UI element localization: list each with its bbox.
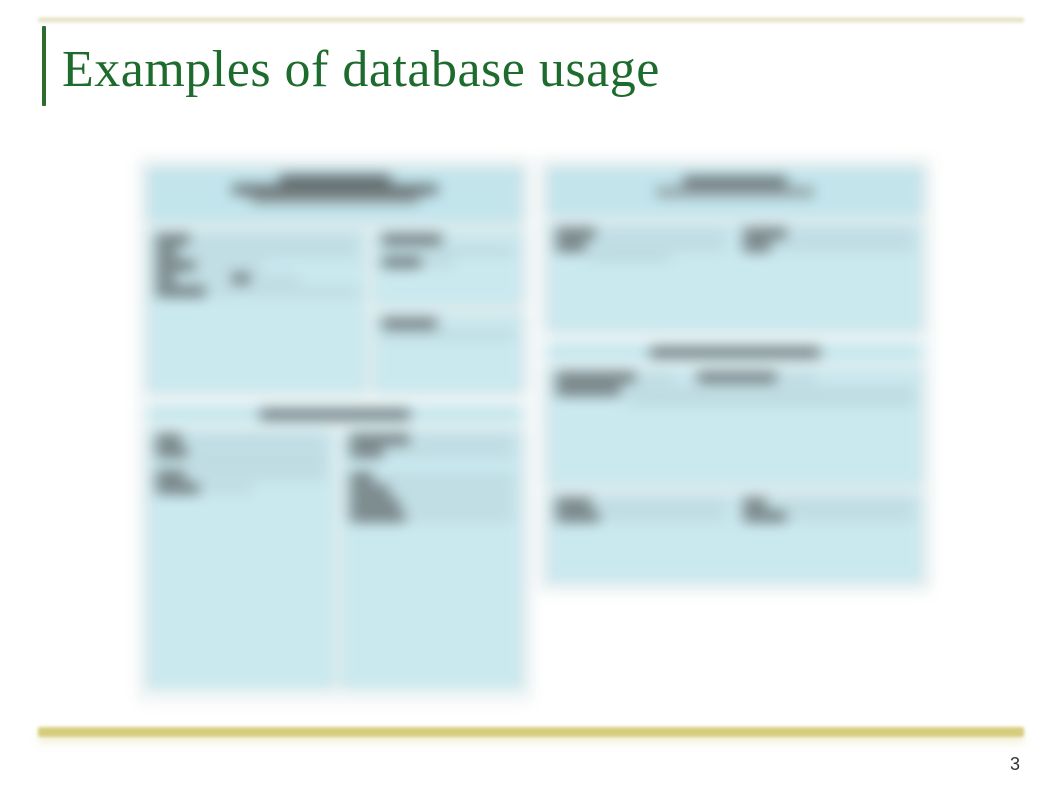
frame-top-rule [38,18,1024,24]
page-number: 3 [1010,754,1020,775]
form-left-body-c [373,313,523,394]
frame-left-rule [42,26,46,106]
form-right [540,160,930,590]
slide-title: Examples of database usage [62,40,660,99]
form-left-body-d [147,429,335,689]
form-left-body-a [147,229,367,394]
form-left-body-b [373,229,523,307]
form-left [140,160,530,700]
form-right-body-c [547,493,923,583]
form-right-body-a [547,223,923,333]
form-left-header [147,167,523,223]
blurred-forms-preview [140,160,940,720]
frame-bottom-rule [38,727,1024,737]
form-right-header [547,167,923,217]
form-left-body-e [341,429,523,689]
form-right-subheader [547,343,923,361]
form-left-subheader [147,405,523,423]
slide: Examples of database usage [0,0,1062,797]
form-right-body-b [547,367,923,487]
